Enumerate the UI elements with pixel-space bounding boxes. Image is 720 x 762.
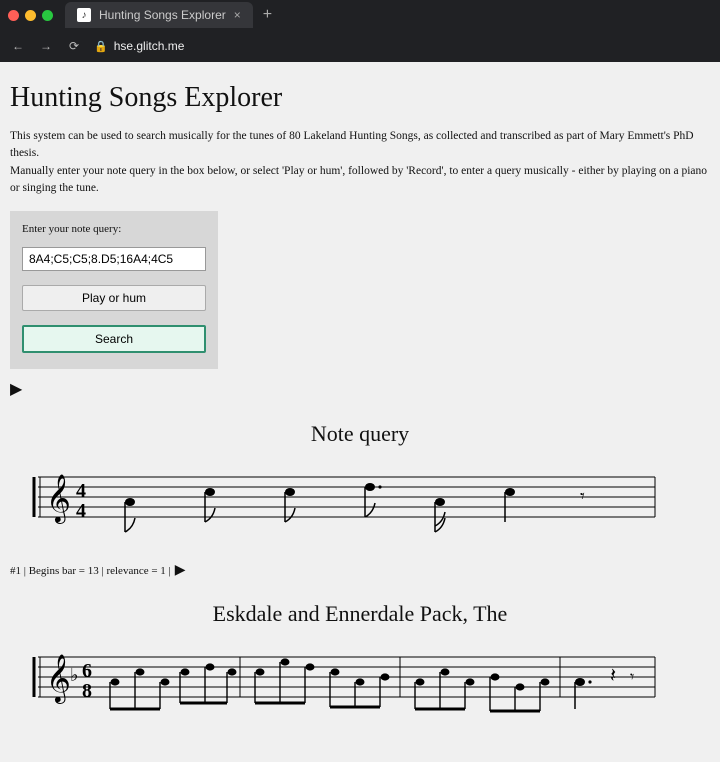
svg-text:𝄽: 𝄽 — [610, 665, 616, 687]
result-title: Eskdale and Ennerdale Pack, The — [10, 601, 710, 627]
result-meta-text: #1 | Begins bar = 13 | relevance = 1 | — [10, 565, 171, 577]
browser-tab[interactable]: ♪ Hunting Songs Explorer × — [65, 2, 253, 28]
intro-line-2: Manually enter your note query in the bo… — [10, 163, 710, 198]
query-label: Enter your note query: — [22, 223, 206, 235]
play-query-icon[interactable]: ▶ — [10, 381, 22, 398]
result-meta: #1 | Begins bar = 13 | relevance = 1 | ▶ — [10, 562, 710, 579]
intro-text: This system can be used to search musica… — [10, 128, 710, 197]
address-bar[interactable]: 🔒 hse.glitch.me — [94, 39, 184, 53]
play-or-hum-button[interactable]: Play or hum — [22, 285, 206, 311]
page-title: Hunting Songs Explorer — [10, 82, 710, 114]
note-query-input[interactable] — [22, 247, 206, 271]
query-panel: Enter your note query: Play or hum Searc… — [10, 211, 218, 369]
lock-icon: 🔒 — [94, 40, 108, 53]
intro-line-1: This system can be used to search musica… — [10, 128, 710, 163]
tab-strip: ♪ Hunting Songs Explorer × + — [0, 0, 720, 30]
query-play-row: ▶ — [10, 379, 710, 399]
page: Hunting Songs Explorer This system can b… — [0, 62, 720, 762]
play-result-icon[interactable]: ▶ — [175, 562, 186, 579]
svg-text:♭: ♭ — [70, 665, 79, 685]
svg-text:4: 4 — [76, 500, 86, 522]
result-score: 𝄞 ♭ 6 8 — [20, 637, 660, 722]
reload-icon[interactable]: ⟳ — [66, 39, 82, 53]
svg-text:𝄾: 𝄾 — [580, 486, 585, 506]
window-controls — [8, 10, 53, 21]
window-maximize-icon[interactable] — [42, 10, 53, 21]
forward-icon[interactable]: → — [38, 39, 54, 53]
window-minimize-icon[interactable] — [25, 10, 36, 21]
svg-text:4: 4 — [76, 480, 86, 502]
svg-text:6: 6 — [82, 660, 92, 682]
window-close-icon[interactable] — [8, 10, 19, 21]
note-query-score: 𝄞 4 4 — [20, 457, 660, 542]
svg-text:8: 8 — [82, 680, 92, 702]
url-text: hse.glitch.me — [114, 39, 185, 53]
browser-chrome: ♪ Hunting Songs Explorer × + ← → ⟳ 🔒 hse… — [0, 0, 720, 62]
new-tab-button[interactable]: + — [263, 6, 272, 24]
search-button[interactable]: Search — [22, 325, 206, 353]
treble-clef-icon: 𝄞 — [46, 474, 71, 524]
tab-title: Hunting Songs Explorer — [99, 8, 226, 22]
note-query-heading: Note query — [10, 421, 710, 447]
svg-text:𝄞: 𝄞 — [46, 654, 71, 704]
back-icon[interactable]: ← — [10, 39, 26, 53]
tab-favicon: ♪ — [77, 8, 91, 22]
toolbar: ← → ⟳ 🔒 hse.glitch.me — [0, 30, 720, 62]
tab-close-icon[interactable]: × — [234, 8, 241, 22]
svg-text:𝄾: 𝄾 — [630, 669, 634, 686]
